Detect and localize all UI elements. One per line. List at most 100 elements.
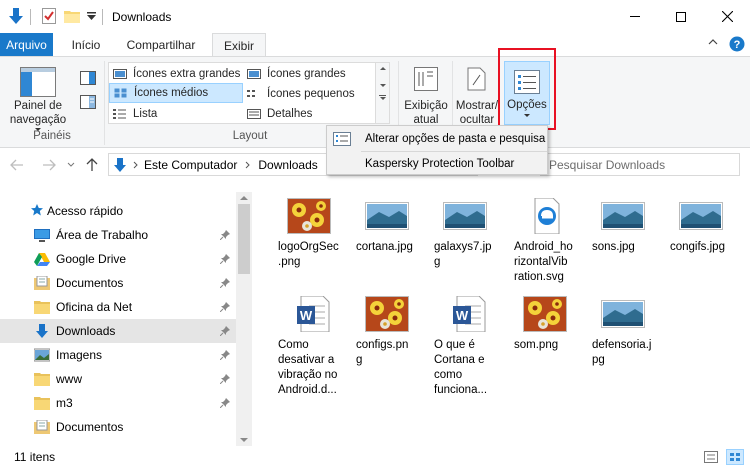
image-thumbnail — [679, 198, 723, 234]
nav-scrollbar[interactable] — [236, 192, 252, 446]
scroll-up-icon[interactable] — [240, 196, 248, 200]
layout-small-icons[interactable]: Ícones pequenos — [243, 84, 375, 104]
scroll-down-icon[interactable] — [379, 84, 386, 87]
search-placeholder: Pesquisar Downloads — [549, 157, 666, 172]
file-item[interactable]: W Como desativar a vibração no Android.d... — [272, 296, 346, 398]
pin-icon — [220, 374, 230, 384]
close-button[interactable] — [704, 0, 750, 33]
file-name-line: O que é — [434, 339, 475, 351]
file-name-line: como — [434, 369, 463, 381]
sidebar-item-downloads[interactable]: Downloads — [0, 319, 236, 343]
minimize-button[interactable] — [612, 0, 658, 33]
breadcrumb-este-computador[interactable]: Este Computador — [144, 158, 237, 172]
word-document-icon: W — [287, 296, 331, 332]
nav-scroll-thumb[interactable] — [238, 204, 250, 274]
show-hide-button[interactable]: Mostrar/ ocultar — [452, 99, 502, 127]
sidebar-item-m3[interactable]: m3 — [0, 391, 236, 415]
layout-medium-icons[interactable]: Ícones médios — [109, 83, 243, 103]
file-name: Android_ho rizontalVib ration.svg — [508, 240, 582, 285]
forward-arrow-icon[interactable] — [42, 159, 56, 171]
up-arrow-icon[interactable] — [86, 158, 98, 172]
file-item[interactable]: cortana.jpg — [350, 198, 424, 255]
sidebar-item-www[interactable]: www — [0, 367, 236, 391]
navigation-pane-icon[interactable] — [20, 67, 56, 97]
scroll-up-icon[interactable] — [379, 67, 386, 70]
documents-icon — [34, 420, 50, 434]
current-view-button[interactable]: Exibição atual — [402, 99, 450, 127]
file-name-line: som.png — [514, 339, 559, 351]
sidebar-item-label: Imagens — [56, 348, 103, 362]
file-item[interactable]: defensoria.j pg — [586, 296, 660, 368]
layout-gallery-scroll[interactable] — [376, 62, 390, 124]
file-item[interactable]: Android_ho rizontalVib ration.svg — [508, 198, 582, 285]
file-item[interactable]: galaxys7.jp g — [428, 198, 502, 270]
file-name-line: Cortana e — [434, 354, 485, 366]
tab-inicio[interactable]: Início — [64, 33, 108, 56]
folder-icon — [34, 372, 50, 386]
svg-text:?: ? — [734, 39, 741, 51]
navigation-pane-button[interactable]: Painel de navegação — [4, 99, 72, 131]
back-arrow-icon[interactable] — [10, 159, 24, 171]
tab-arquivo[interactable]: Arquivo — [0, 33, 53, 56]
expand-gallery-icon[interactable] — [379, 95, 386, 96]
large-icons-view-toggle-icon[interactable] — [726, 449, 744, 465]
tab-compartilhar[interactable]: Compartilhar — [120, 33, 202, 56]
search-input[interactable]: Pesquisar Downloads — [540, 153, 740, 176]
menu-item-folder-options[interactable]: Alterar opções de pasta e pesquisa — [327, 128, 547, 150]
quick-access-label[interactable]: Acesso rápido — [47, 204, 123, 218]
layout-list[interactable]: Lista — [109, 104, 243, 124]
file-item[interactable]: W O que é Cortana e como funciona... — [428, 296, 502, 398]
help-icon[interactable]: ? — [729, 36, 745, 52]
image-thumbnail — [523, 296, 567, 332]
svg-text:W: W — [456, 308, 469, 323]
downloads-location-icon — [113, 157, 127, 173]
file-name-line: configs.pn — [356, 339, 409, 351]
breadcrumb-downloads[interactable]: Downloads — [258, 158, 317, 172]
sidebar-item-label: www — [56, 372, 82, 386]
scroll-down-icon[interactable] — [240, 438, 248, 442]
quick-access-star-icon — [30, 203, 44, 217]
sidebar-item-área-de-trabalho[interactable]: Área de Trabalho — [0, 223, 236, 247]
file-name-line: desativar a — [278, 354, 335, 366]
collapse-ribbon-chevron-icon[interactable] — [708, 39, 718, 45]
sidebar-item-documentos[interactable]: Documentos — [0, 415, 236, 439]
layout-large-icons[interactable]: Ícones grandes — [243, 64, 375, 84]
sidebar-item-imagens[interactable]: Imagens — [0, 343, 236, 367]
sidebar-item-google-drive[interactable]: Google Drive — [0, 247, 236, 271]
window-title: Downloads — [112, 10, 172, 24]
file-name: logoOrgSec .png — [272, 240, 346, 270]
details-pane-icon[interactable] — [80, 95, 96, 109]
quick-access-down-arrow-icon[interactable] — [8, 7, 24, 25]
file-item[interactable]: som.png — [508, 296, 582, 353]
new-folder-icon[interactable] — [64, 9, 80, 23]
file-name-line: Android.d... — [278, 384, 337, 396]
title-separator — [102, 9, 103, 25]
menu-item-label: Alterar opções de pasta e pesquisa — [365, 133, 546, 145]
file-item[interactable]: logoOrgSec .png — [272, 198, 346, 270]
layout-extra-large-icons[interactable]: Ícones extra grandes — [109, 64, 243, 84]
options-highlight-box — [498, 48, 556, 130]
file-item[interactable]: sons.jpg — [586, 198, 660, 255]
layout-details[interactable]: Detalhes — [243, 104, 375, 124]
layout-item-label: Ícones médios — [134, 87, 209, 99]
menu-item-kaspersky-toolbar[interactable]: Kaspersky Protection Toolbar — [327, 153, 547, 175]
maximize-button[interactable] — [658, 0, 704, 33]
file-name-line: vibração no — [278, 369, 338, 381]
sidebar-item-label: Documentos — [56, 420, 124, 434]
preview-pane-icon[interactable] — [80, 71, 96, 85]
image-thumbnail — [287, 198, 331, 234]
details-view-toggle-icon[interactable] — [704, 451, 718, 463]
recent-locations-chevron-icon[interactable] — [67, 162, 75, 167]
sidebar-item-label: Documentos — [56, 276, 124, 290]
customize-dropdown-icon[interactable] — [87, 12, 96, 20]
file-item[interactable]: congifs.jpg — [664, 198, 738, 255]
show-hide-icon[interactable] — [464, 67, 488, 91]
sidebar-item-documentos[interactable]: Documentos — [0, 271, 236, 295]
sidebar-item-oficina-da-net[interactable]: Oficina da Net — [0, 295, 236, 319]
tab-exibir[interactable]: Exibir — [212, 33, 266, 57]
image-thumbnail — [601, 296, 645, 332]
item-count: 11 itens — [14, 450, 56, 464]
current-view-icon[interactable] — [414, 67, 438, 91]
properties-icon[interactable] — [42, 8, 56, 24]
file-item[interactable]: configs.pn g — [350, 296, 424, 368]
